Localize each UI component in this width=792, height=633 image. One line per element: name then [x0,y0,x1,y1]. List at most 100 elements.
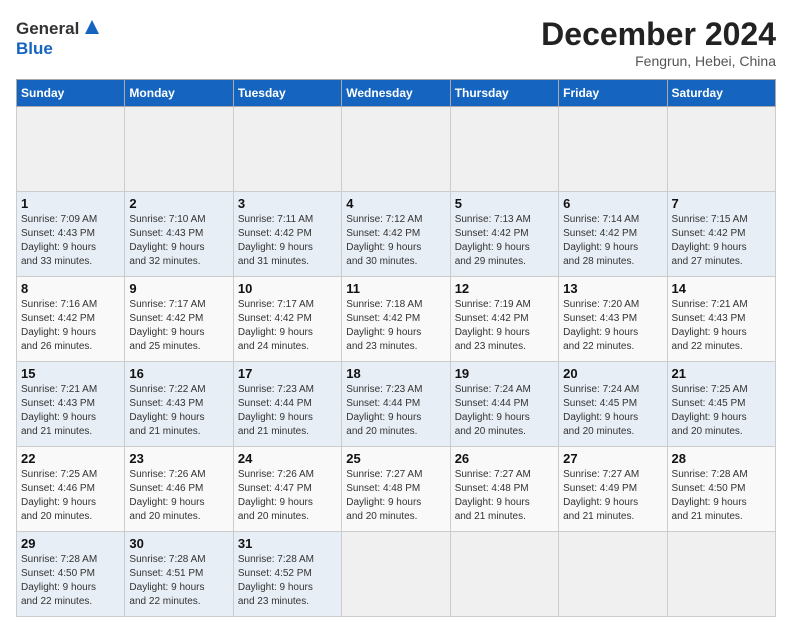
day-info: Sunrise: 7:14 AM Sunset: 4:42 PM Dayligh… [563,213,662,269]
calendar-cell: 25 Sunrise: 7:27 AM Sunset: 4:48 PM Dayli… [342,447,450,532]
calendar-week-row: 1Sunrise: 7:09 AM Sunset: 4:43 PM Daylig… [17,192,776,277]
day-info: Sunrise: 7:27 AM Sunset: 4:48 PM Dayligh… [346,468,445,524]
day-header-saturday: Saturday [667,80,775,107]
day-info: Sunrise: 7:23 AM Sunset: 4:44 PM Dayligh… [346,383,445,439]
day-number: 18 [346,366,445,381]
day-number: 8 [21,281,120,296]
calendar-cell [233,107,341,192]
day-info: Sunrise: 7:17 AM Sunset: 4:42 PM Dayligh… [238,298,337,354]
calendar-cell [667,532,775,617]
day-info: Sunrise: 7:16 AM Sunset: 4:42 PM Dayligh… [21,298,120,354]
calendar-week-row [17,107,776,192]
calendar-cell: 20Sunrise: 7:24 AM Sunset: 4:45 PM Dayli… [559,362,667,447]
calendar-cell [450,532,558,617]
page-header: General Blue December 2024 Fengrun, Hebe… [16,16,776,69]
calendar-cell: 10 Sunrise: 7:17 AM Sunset: 4:42 PM Dayli… [233,277,341,362]
calendar-cell: 7Sunrise: 7:15 AM Sunset: 4:42 PM Daylig… [667,192,775,277]
day-info: Sunrise: 7:26 AM Sunset: 4:47 PM Dayligh… [238,468,337,524]
calendar-cell: 18 Sunrise: 7:23 AM Sunset: 4:44 PM Dayli… [342,362,450,447]
calendar-cell: 17 Sunrise: 7:23 AM Sunset: 4:44 PM Dayli… [233,362,341,447]
day-info: Sunrise: 7:24 AM Sunset: 4:44 PM Dayligh… [455,383,554,439]
day-number: 23 [129,451,228,466]
calendar-cell: 2 Sunrise: 7:10 AM Sunset: 4:43 PM Daylig… [125,192,233,277]
calendar-cell: 4Sunrise: 7:12 AM Sunset: 4:42 PM Daylig… [342,192,450,277]
day-number: 15 [21,366,120,381]
location-subtitle: Fengrun, Hebei, China [541,53,776,69]
day-info: Sunrise: 7:24 AM Sunset: 4:45 PM Dayligh… [563,383,662,439]
calendar-week-row: 29Sunrise: 7:28 AM Sunset: 4:50 PM Dayli… [17,532,776,617]
day-info: Sunrise: 7:21 AM Sunset: 4:43 PM Dayligh… [672,298,771,354]
calendar-cell [17,107,125,192]
day-info: Sunrise: 7:26 AM Sunset: 4:46 PM Dayligh… [129,468,228,524]
logo-icon [81,16,103,38]
calendar-cell: 6 Sunrise: 7:14 AM Sunset: 4:42 PM Daylig… [559,192,667,277]
day-info: Sunrise: 7:25 AM Sunset: 4:45 PM Dayligh… [672,383,771,439]
day-info: Sunrise: 7:23 AM Sunset: 4:44 PM Dayligh… [238,383,337,439]
title-block: December 2024 Fengrun, Hebei, China [541,16,776,69]
calendar-cell: 14 Sunrise: 7:21 AM Sunset: 4:43 PM Dayli… [667,277,775,362]
day-number: 1 [21,196,120,211]
calendar-cell [559,532,667,617]
day-number: 10 [238,281,337,296]
day-number: 27 [563,451,662,466]
day-header-friday: Friday [559,80,667,107]
day-number: 26 [455,451,554,466]
calendar-cell: 11 Sunrise: 7:18 AM Sunset: 4:42 PM Dayli… [342,277,450,362]
calendar-cell: 3Sunrise: 7:11 AM Sunset: 4:42 PM Daylig… [233,192,341,277]
day-number: 19 [455,366,554,381]
day-number: 12 [455,281,554,296]
day-number: 30 [129,536,228,551]
day-number: 17 [238,366,337,381]
day-number: 16 [129,366,228,381]
calendar-cell: 13Sunrise: 7:20 AM Sunset: 4:43 PM Dayli… [559,277,667,362]
day-info: Sunrise: 7:28 AM Sunset: 4:51 PM Dayligh… [129,553,228,609]
calendar-cell: 15Sunrise: 7:21 AM Sunset: 4:43 PM Dayli… [17,362,125,447]
calendar-cell: 26Sunrise: 7:27 AM Sunset: 4:48 PM Dayli… [450,447,558,532]
day-info: Sunrise: 7:18 AM Sunset: 4:42 PM Dayligh… [346,298,445,354]
calendar-cell: 30 Sunrise: 7:28 AM Sunset: 4:51 PM Dayli… [125,532,233,617]
day-number: 2 [129,196,228,211]
day-number: 7 [672,196,771,211]
day-info: Sunrise: 7:27 AM Sunset: 4:49 PM Dayligh… [563,468,662,524]
day-info: Sunrise: 7:10 AM Sunset: 4:43 PM Dayligh… [129,213,228,269]
day-number: 5 [455,196,554,211]
day-header-wednesday: Wednesday [342,80,450,107]
calendar-cell: 22 Sunrise: 7:25 AM Sunset: 4:46 PM Dayli… [17,447,125,532]
day-header-sunday: Sunday [17,80,125,107]
calendar-cell: 5Sunrise: 7:13 AM Sunset: 4:42 PM Daylig… [450,192,558,277]
day-info: Sunrise: 7:28 AM Sunset: 4:50 PM Dayligh… [672,468,771,524]
calendar-cell: 28 Sunrise: 7:28 AM Sunset: 4:50 PM Dayli… [667,447,775,532]
day-info: Sunrise: 7:25 AM Sunset: 4:46 PM Dayligh… [21,468,120,524]
calendar-cell [667,107,775,192]
day-number: 4 [346,196,445,211]
calendar-cell: 27 Sunrise: 7:27 AM Sunset: 4:49 PM Dayli… [559,447,667,532]
calendar-cell: 8 Sunrise: 7:16 AM Sunset: 4:42 PM Daylig… [17,277,125,362]
day-number: 29 [21,536,120,551]
day-info: Sunrise: 7:20 AM Sunset: 4:43 PM Dayligh… [563,298,662,354]
calendar-cell: 1Sunrise: 7:09 AM Sunset: 4:43 PM Daylig… [17,192,125,277]
day-number: 6 [563,196,662,211]
calendar-cell: 21Sunrise: 7:25 AM Sunset: 4:45 PM Dayli… [667,362,775,447]
calendar-cell: 12Sunrise: 7:19 AM Sunset: 4:42 PM Dayli… [450,277,558,362]
day-header-monday: Monday [125,80,233,107]
calendar-cell: 29Sunrise: 7:28 AM Sunset: 4:50 PM Dayli… [17,532,125,617]
day-number: 11 [346,281,445,296]
day-header-tuesday: Tuesday [233,80,341,107]
day-number: 28 [672,451,771,466]
day-number: 14 [672,281,771,296]
day-info: Sunrise: 7:17 AM Sunset: 4:42 PM Dayligh… [129,298,228,354]
day-info: Sunrise: 7:11 AM Sunset: 4:42 PM Dayligh… [238,213,337,269]
calendar-cell [450,107,558,192]
calendar-cell: 19 Sunrise: 7:24 AM Sunset: 4:44 PM Dayli… [450,362,558,447]
day-number: 31 [238,536,337,551]
calendar-table: SundayMondayTuesdayWednesdayThursdayFrid… [16,79,776,617]
month-title: December 2024 [541,16,776,53]
calendar-week-row: 22 Sunrise: 7:25 AM Sunset: 4:46 PM Dayli… [17,447,776,532]
day-number: 22 [21,451,120,466]
day-number: 25 [346,451,445,466]
logo: General Blue [16,16,103,60]
calendar-cell: 23 Sunrise: 7:26 AM Sunset: 4:46 PM Dayli… [125,447,233,532]
calendar-cell: 24Sunrise: 7:26 AM Sunset: 4:47 PM Dayli… [233,447,341,532]
calendar-cell [342,532,450,617]
day-info: Sunrise: 7:28 AM Sunset: 4:52 PM Dayligh… [238,553,337,609]
